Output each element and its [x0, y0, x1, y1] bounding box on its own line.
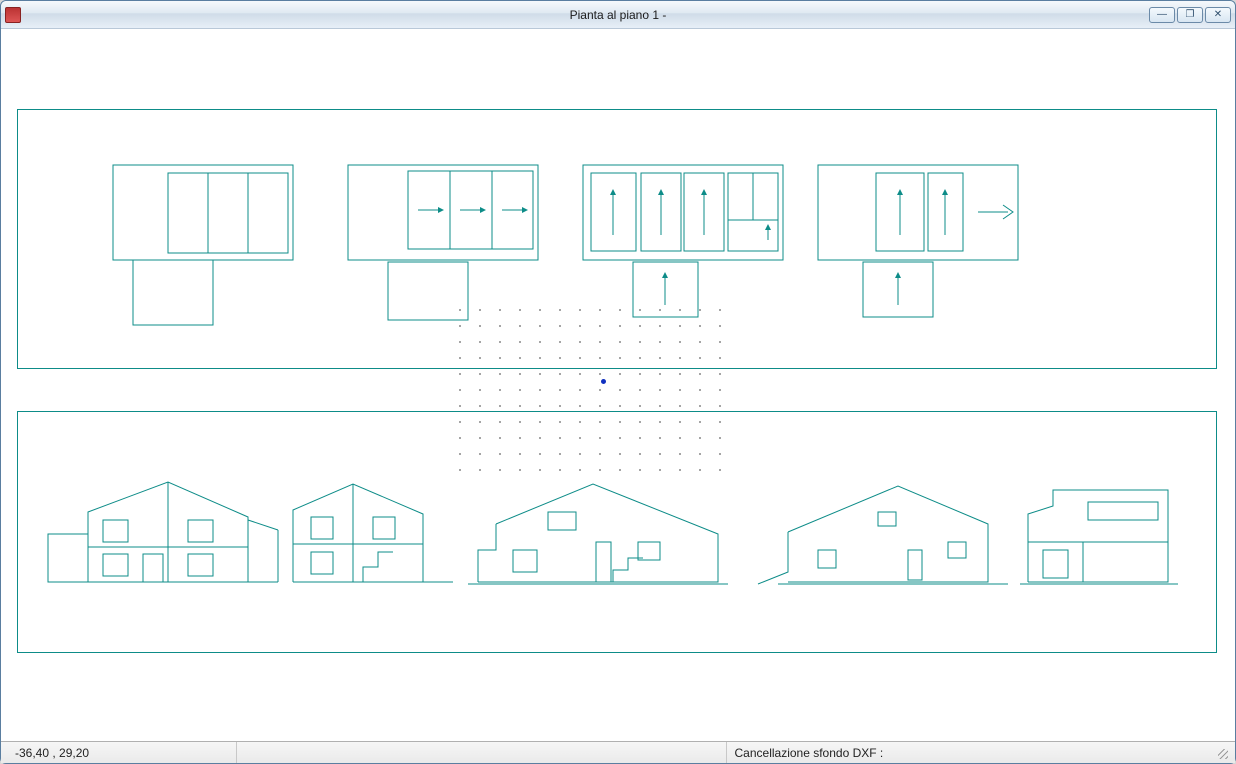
- window-title: Pianta al piano 1 -: [1, 8, 1235, 22]
- maximize-button[interactable]: ❐: [1177, 7, 1203, 23]
- elevations-panel: [17, 411, 1217, 653]
- window-controls: — ❐ ✕: [1149, 7, 1231, 23]
- status-message: Cancellazione sfondo DXF :: [727, 742, 1216, 763]
- close-button[interactable]: ✕: [1205, 7, 1231, 23]
- status-coordinates: -36,40 , 29,20: [7, 742, 237, 763]
- app-window: Pianta al piano 1 - — ❐ ✕: [0, 0, 1236, 764]
- status-spacer: [237, 742, 727, 763]
- elevations-svg: [18, 412, 1218, 654]
- brick-icon: [5, 7, 21, 23]
- maximize-icon: ❐: [1186, 9, 1195, 20]
- status-bar: -36,40 , 29,20 Cancellazione sfondo DXF …: [1, 741, 1235, 763]
- title-bar[interactable]: Pianta al piano 1 - — ❐ ✕: [1, 1, 1235, 29]
- floorplans-svg: [18, 110, 1218, 370]
- floorplans-panel: [17, 109, 1217, 369]
- minimize-icon: —: [1157, 9, 1167, 20]
- origin-marker: [601, 379, 606, 384]
- resize-grip-icon[interactable]: [1215, 746, 1229, 760]
- drawing-canvas[interactable]: [1, 29, 1235, 741]
- minimize-button[interactable]: —: [1149, 7, 1175, 23]
- close-icon: ✕: [1214, 9, 1222, 20]
